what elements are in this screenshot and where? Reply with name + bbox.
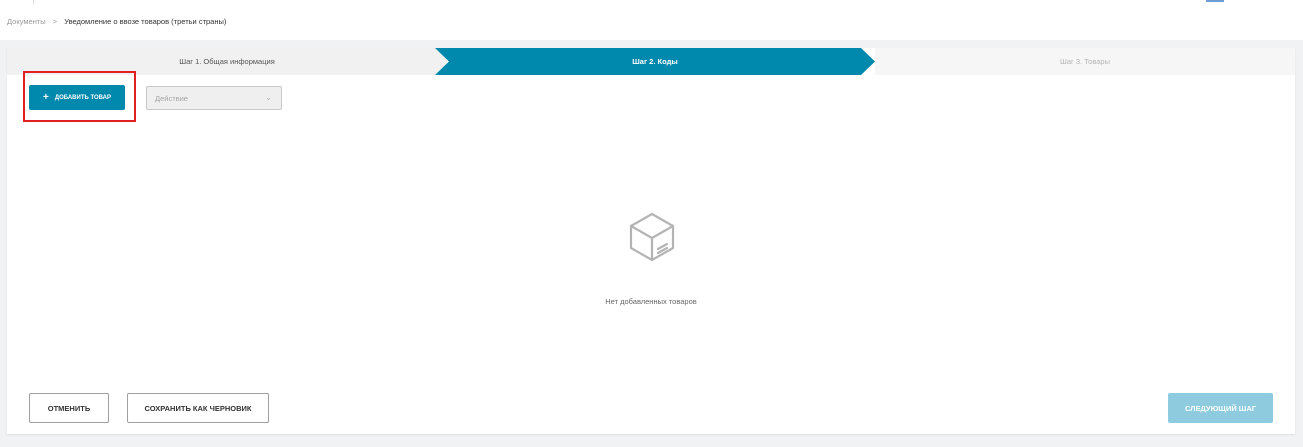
step-label: Шаг 3. Товары xyxy=(1059,57,1110,66)
action-select[interactable]: Действие ⌄ xyxy=(146,86,282,110)
breadcrumb: Документы > Уведомление о ввозе товаров … xyxy=(7,17,226,26)
save-draft-label: СОХРАНИТЬ КАК ЧЕРНОВИК xyxy=(144,403,252,413)
action-select-value: Действие xyxy=(155,93,188,103)
cancel-button[interactable]: ОТМЕНИТЬ xyxy=(29,393,109,423)
chevron-down-icon: ⌄ xyxy=(265,93,272,102)
save-draft-button[interactable]: СОХРАНИТЬ КАК ЧЕРНОВИК xyxy=(127,393,269,423)
next-step-label: СЛЕДУЮЩИЙ ШАГ xyxy=(1184,403,1257,413)
top-divider xyxy=(33,0,34,4)
cancel-label: ОТМЕНИТЬ xyxy=(47,403,91,413)
step-goods: Шаг 3. Товары xyxy=(875,48,1295,75)
next-step-button[interactable]: СЛЕДУЮЩИЙ ШАГ xyxy=(1168,393,1273,423)
wizard-steps: Шаг 1. Общая информация Шаг 3. Товары Ша… xyxy=(7,48,1295,75)
chevron-right-icon: > xyxy=(52,17,58,26)
step-label: Шаг 2. Коды xyxy=(632,57,678,66)
top-accent-bar xyxy=(1206,0,1224,2)
step-label: Шаг 1. Общая информация xyxy=(179,57,275,66)
highlight-frame xyxy=(23,71,136,122)
empty-state-message: Нет добавленных товаров xyxy=(605,297,697,306)
step-codes[interactable]: Шаг 2. Коды xyxy=(435,48,875,75)
document-form-card: Шаг 1. Общая информация Шаг 3. Товары Ша… xyxy=(7,48,1295,434)
box-icon xyxy=(629,212,675,262)
breadcrumb-current: Уведомление о ввозе товаров (третьи стра… xyxy=(64,17,227,26)
breadcrumb-root[interactable]: Документы xyxy=(7,17,46,26)
